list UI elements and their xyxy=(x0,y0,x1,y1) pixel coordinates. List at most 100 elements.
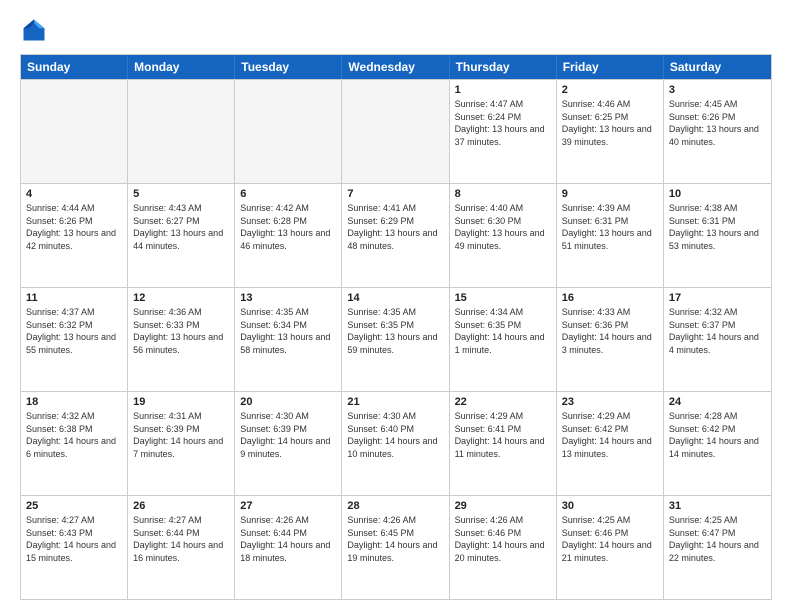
day-info: Sunrise: 4:37 AM Sunset: 6:32 PM Dayligh… xyxy=(26,306,122,356)
day-number: 5 xyxy=(133,188,229,200)
weekday-header-sunday: Sunday xyxy=(21,55,128,79)
day-cell-4: 4Sunrise: 4:44 AM Sunset: 6:26 PM Daylig… xyxy=(21,184,128,287)
day-number: 31 xyxy=(669,500,766,512)
day-info: Sunrise: 4:28 AM Sunset: 6:42 PM Dayligh… xyxy=(669,410,766,460)
weekday-header-tuesday: Tuesday xyxy=(235,55,342,79)
day-info: Sunrise: 4:42 AM Sunset: 6:28 PM Dayligh… xyxy=(240,202,336,252)
day-cell-8: 8 Sunrise: 4:40 AM Sunset: 6:30 PM Daylig… xyxy=(450,184,557,287)
weekday-header-thursday: Thursday xyxy=(450,55,557,79)
day-cell-29: 29Sunrise: 4:26 AM Sunset: 6:46 PM Dayli… xyxy=(450,496,557,599)
day-info: Sunrise: 4:34 AM Sunset: 6:35 PM Dayligh… xyxy=(455,306,551,356)
empty-cell xyxy=(128,80,235,183)
day-info: Sunrise: 4:35 AM Sunset: 6:34 PM Dayligh… xyxy=(240,306,336,356)
day-info: Sunrise: 4:32 AM Sunset: 6:37 PM Dayligh… xyxy=(669,306,766,356)
day-number: 15 xyxy=(455,292,551,304)
day-number: 25 xyxy=(26,500,122,512)
day-number: 24 xyxy=(669,396,766,408)
day-cell-28: 28 Sunrise: 4:26 AM Sunset: 6:45 PM Dayli… xyxy=(342,496,449,599)
logo-icon xyxy=(20,16,48,44)
day-cell-16: 16 Sunrise: 4:33 AM Sunset: 6:36 PM Dayli… xyxy=(557,288,664,391)
day-cell-27: 27Sunrise: 4:26 AM Sunset: 6:44 PM Dayli… xyxy=(235,496,342,599)
day-info: Sunrise: 4:47 AM Sunset: 6:24 PM Dayligh… xyxy=(455,98,551,148)
weekday-header-monday: Monday xyxy=(128,55,235,79)
logo xyxy=(20,16,52,44)
day-cell-7: 7Sunrise: 4:41 AM Sunset: 6:29 PM Daylig… xyxy=(342,184,449,287)
weekday-header-wednesday: Wednesday xyxy=(342,55,449,79)
empty-cell xyxy=(21,80,128,183)
day-number: 17 xyxy=(669,292,766,304)
day-info: Sunrise: 4:39 AM Sunset: 6:31 PM Dayligh… xyxy=(562,202,658,252)
day-cell-20: 20Sunrise: 4:30 AM Sunset: 6:39 PM Dayli… xyxy=(235,392,342,495)
day-info: Sunrise: 4:38 AM Sunset: 6:31 PM Dayligh… xyxy=(669,202,766,252)
day-cell-14: 14 Sunrise: 4:35 AM Sunset: 6:35 PM Dayli… xyxy=(342,288,449,391)
day-info: Sunrise: 4:35 AM Sunset: 6:35 PM Dayligh… xyxy=(347,306,443,356)
day-number: 3 xyxy=(669,84,766,96)
day-number: 19 xyxy=(133,396,229,408)
day-number: 20 xyxy=(240,396,336,408)
calendar-row-5: 25 Sunrise: 4:27 AM Sunset: 6:43 PM Dayli… xyxy=(21,495,771,599)
day-number: 7 xyxy=(347,188,443,200)
day-info: Sunrise: 4:26 AM Sunset: 6:44 PM Dayligh… xyxy=(240,514,336,564)
day-cell-21: 21Sunrise: 4:30 AM Sunset: 6:40 PM Dayli… xyxy=(342,392,449,495)
day-number: 10 xyxy=(669,188,766,200)
day-cell-10: 10 Sunrise: 4:38 AM Sunset: 6:31 PM Dayli… xyxy=(664,184,771,287)
day-number: 22 xyxy=(455,396,551,408)
calendar-row-4: 18 Sunrise: 4:32 AM Sunset: 6:38 PM Dayli… xyxy=(21,391,771,495)
day-number: 16 xyxy=(562,292,658,304)
day-number: 2 xyxy=(562,84,658,96)
day-cell-30: 30 Sunrise: 4:25 AM Sunset: 6:46 PM Dayli… xyxy=(557,496,664,599)
day-cell-12: 12 Sunrise: 4:36 AM Sunset: 6:33 PM Dayli… xyxy=(128,288,235,391)
day-info: Sunrise: 4:32 AM Sunset: 6:38 PM Dayligh… xyxy=(26,410,122,460)
day-info: Sunrise: 4:43 AM Sunset: 6:27 PM Dayligh… xyxy=(133,202,229,252)
day-info: Sunrise: 4:33 AM Sunset: 6:36 PM Dayligh… xyxy=(562,306,658,356)
day-info: Sunrise: 4:27 AM Sunset: 6:44 PM Dayligh… xyxy=(133,514,229,564)
header xyxy=(20,16,772,44)
calendar-row-2: 4Sunrise: 4:44 AM Sunset: 6:26 PM Daylig… xyxy=(21,183,771,287)
day-cell-15: 15 Sunrise: 4:34 AM Sunset: 6:35 PM Dayli… xyxy=(450,288,557,391)
day-cell-5: 5 Sunrise: 4:43 AM Sunset: 6:27 PM Daylig… xyxy=(128,184,235,287)
empty-cell xyxy=(342,80,449,183)
day-info: Sunrise: 4:29 AM Sunset: 6:42 PM Dayligh… xyxy=(562,410,658,460)
day-info: Sunrise: 4:27 AM Sunset: 6:43 PM Dayligh… xyxy=(26,514,122,564)
day-info: Sunrise: 4:26 AM Sunset: 6:45 PM Dayligh… xyxy=(347,514,443,564)
empty-cell xyxy=(235,80,342,183)
day-number: 12 xyxy=(133,292,229,304)
day-number: 30 xyxy=(562,500,658,512)
day-info: Sunrise: 4:25 AM Sunset: 6:47 PM Dayligh… xyxy=(669,514,766,564)
calendar-body: 1 Sunrise: 4:47 AM Sunset: 6:24 PM Daylig… xyxy=(21,79,771,599)
day-cell-18: 18 Sunrise: 4:32 AM Sunset: 6:38 PM Dayli… xyxy=(21,392,128,495)
day-number: 1 xyxy=(455,84,551,96)
day-cell-13: 13Sunrise: 4:35 AM Sunset: 6:34 PM Dayli… xyxy=(235,288,342,391)
day-info: Sunrise: 4:26 AM Sunset: 6:46 PM Dayligh… xyxy=(455,514,551,564)
day-number: 21 xyxy=(347,396,443,408)
day-info: Sunrise: 4:25 AM Sunset: 6:46 PM Dayligh… xyxy=(562,514,658,564)
day-number: 23 xyxy=(562,396,658,408)
day-info: Sunrise: 4:44 AM Sunset: 6:26 PM Dayligh… xyxy=(26,202,122,252)
day-cell-11: 11 Sunrise: 4:37 AM Sunset: 6:32 PM Dayli… xyxy=(21,288,128,391)
weekday-header-friday: Friday xyxy=(557,55,664,79)
day-info: Sunrise: 4:46 AM Sunset: 6:25 PM Dayligh… xyxy=(562,98,658,148)
day-number: 18 xyxy=(26,396,122,408)
day-number: 26 xyxy=(133,500,229,512)
day-cell-1: 1 Sunrise: 4:47 AM Sunset: 6:24 PM Daylig… xyxy=(450,80,557,183)
day-cell-31: 31 Sunrise: 4:25 AM Sunset: 6:47 PM Dayli… xyxy=(664,496,771,599)
calendar-row-3: 11 Sunrise: 4:37 AM Sunset: 6:32 PM Dayli… xyxy=(21,287,771,391)
day-cell-17: 17 Sunrise: 4:32 AM Sunset: 6:37 PM Dayli… xyxy=(664,288,771,391)
day-info: Sunrise: 4:36 AM Sunset: 6:33 PM Dayligh… xyxy=(133,306,229,356)
day-info: Sunrise: 4:45 AM Sunset: 6:26 PM Dayligh… xyxy=(669,98,766,148)
day-cell-19: 19Sunrise: 4:31 AM Sunset: 6:39 PM Dayli… xyxy=(128,392,235,495)
day-cell-3: 3 Sunrise: 4:45 AM Sunset: 6:26 PM Daylig… xyxy=(664,80,771,183)
calendar-header: SundayMondayTuesdayWednesdayThursdayFrid… xyxy=(21,55,771,79)
day-cell-9: 9 Sunrise: 4:39 AM Sunset: 6:31 PM Daylig… xyxy=(557,184,664,287)
day-number: 9 xyxy=(562,188,658,200)
day-cell-6: 6Sunrise: 4:42 AM Sunset: 6:28 PM Daylig… xyxy=(235,184,342,287)
day-number: 11 xyxy=(26,292,122,304)
page: SundayMondayTuesdayWednesdayThursdayFrid… xyxy=(0,0,792,612)
calendar-row-1: 1 Sunrise: 4:47 AM Sunset: 6:24 PM Daylig… xyxy=(21,79,771,183)
day-cell-22: 22Sunrise: 4:29 AM Sunset: 6:41 PM Dayli… xyxy=(450,392,557,495)
day-number: 14 xyxy=(347,292,443,304)
day-number: 28 xyxy=(347,500,443,512)
day-cell-26: 26 Sunrise: 4:27 AM Sunset: 6:44 PM Dayli… xyxy=(128,496,235,599)
day-info: Sunrise: 4:40 AM Sunset: 6:30 PM Dayligh… xyxy=(455,202,551,252)
day-number: 8 xyxy=(455,188,551,200)
